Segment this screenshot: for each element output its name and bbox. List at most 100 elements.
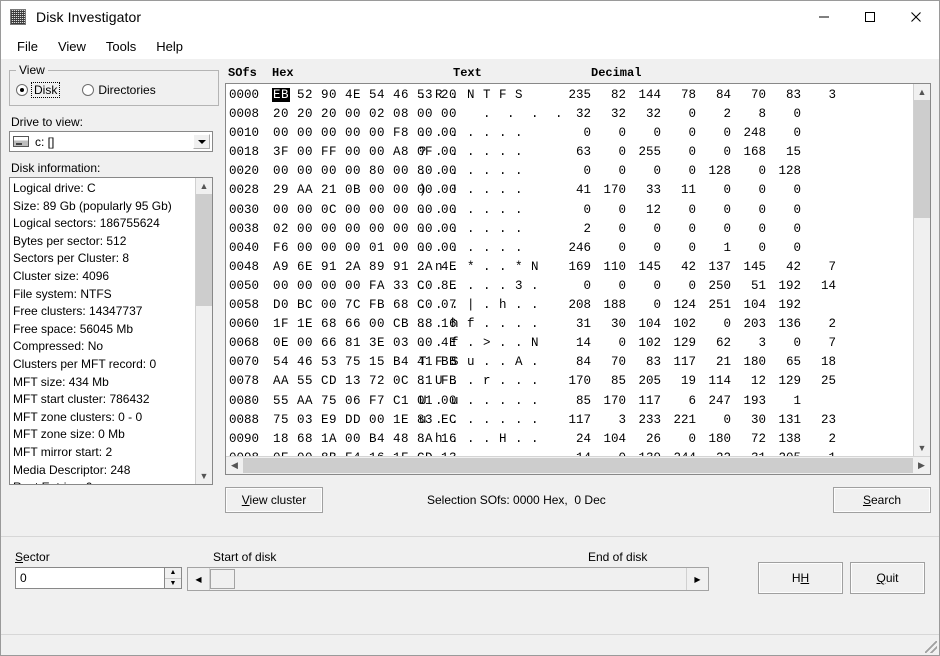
decimal-value: 117 bbox=[638, 393, 661, 408]
hex-row[interactable]: 0048 A9 6E 91 2A 89 91 2A 4E. n . * . . *… bbox=[226, 258, 913, 277]
decimal-value: 145 bbox=[743, 259, 766, 274]
sector-input[interactable] bbox=[15, 567, 165, 589]
spin-up-icon[interactable]: ▲ bbox=[165, 568, 181, 579]
hex-row[interactable]: 0000 EB 52 90 4E 54 46 53 20. R . N T F S… bbox=[226, 86, 913, 105]
decimal-value: 0 bbox=[688, 431, 696, 446]
sector-stepper[interactable]: ▲ ▼ bbox=[15, 567, 182, 589]
hex-horizontal-scrollbar[interactable]: ◀ ▶ bbox=[226, 456, 930, 474]
decimal-value: 2 bbox=[828, 317, 836, 332]
hex-row[interactable]: 0010 00 00 00 00 00 F8 00 00. . . . . . .… bbox=[226, 124, 913, 143]
quit-button[interactable]: Quit bbox=[850, 562, 925, 594]
decimal-value: 169 bbox=[568, 259, 591, 274]
disk-info-scroll-track[interactable] bbox=[196, 194, 212, 468]
hex-row[interactable]: 0050 00 00 00 00 FA 33 C0 8E. . . . . . 3… bbox=[226, 277, 913, 296]
disk-info-line: MFT mirror start: 2 bbox=[13, 444, 113, 459]
resize-grip[interactable] bbox=[925, 641, 937, 653]
hex-row[interactable]: 00980E 00 8B F4 16 1F CD 13. . . . . . .… bbox=[226, 449, 913, 456]
hex-row-offset: 0000 bbox=[229, 88, 260, 102]
menu-view[interactable]: View bbox=[48, 36, 96, 57]
hex-row[interactable]: 0060 1F 1E 68 66 00 CB 88 16. . h f . . .… bbox=[226, 315, 913, 334]
hex-row-decimal: 14 0 102 129 62 3 0 7 bbox=[556, 334, 836, 353]
disk-position-scrollbar[interactable]: ◀ ▶ bbox=[187, 567, 709, 591]
scroll-up-icon[interactable]: ▲ bbox=[196, 178, 212, 194]
radio-disk[interactable] bbox=[16, 84, 28, 96]
decimal-value: 0 bbox=[591, 449, 626, 456]
radio-directories[interactable] bbox=[82, 84, 95, 96]
hex-row-text: . h . . . H . . bbox=[419, 431, 540, 446]
hex-scroll-down-icon[interactable]: ▼ bbox=[914, 440, 930, 456]
disk-info-scroll-thumb[interactable] bbox=[196, 194, 212, 306]
minimize-button[interactable] bbox=[801, 1, 847, 33]
hex-row[interactable]: 0030 00 00 0C 00 00 00 00 00. . . . . . .… bbox=[226, 201, 913, 220]
hex-scroll-left-icon[interactable]: ◀ bbox=[226, 457, 243, 474]
hex-hscroll-track[interactable] bbox=[243, 457, 913, 474]
close-button[interactable] bbox=[893, 1, 939, 33]
window-title: Disk Investigator bbox=[36, 9, 142, 25]
decimal-value: 131 bbox=[778, 412, 801, 427]
hex-rows-container[interactable]: 0000 EB 52 90 4E 54 46 53 20. R . N T F S… bbox=[226, 84, 913, 456]
maximize-button[interactable] bbox=[847, 1, 893, 33]
disk-info-scrollbar[interactable]: ▲ ▼ bbox=[195, 178, 212, 484]
decimal-value: 205 bbox=[766, 449, 801, 456]
disk-scroll-left-icon[interactable]: ◀ bbox=[188, 568, 210, 590]
hex-row[interactable]: 0078 AA 55 CD 13 72 0C 81 FB. U . . r . .… bbox=[226, 372, 913, 391]
decimal-value: 0 bbox=[618, 145, 626, 160]
scroll-down-icon[interactable]: ▼ bbox=[196, 468, 212, 484]
decimal-value: 0 bbox=[723, 202, 731, 217]
hex-row-decimal: 170 85 205 19 114 12 129 25 bbox=[556, 372, 836, 391]
decimal-value: 0 bbox=[653, 164, 661, 179]
sector-spin-buttons[interactable]: ▲ ▼ bbox=[165, 567, 182, 589]
spin-down-icon[interactable]: ▼ bbox=[165, 579, 181, 589]
decimal-value: 24 bbox=[575, 431, 591, 446]
chevron-down-icon[interactable] bbox=[193, 134, 210, 149]
hex-row[interactable]: 0020 00 00 00 00 80 00 80 00. . . . . . .… bbox=[226, 162, 913, 181]
decimal-value: 0 bbox=[758, 183, 766, 198]
hex-row[interactable]: 0058 D0 BC 00 7C FB 68 C0 07. . . | . h .… bbox=[226, 296, 913, 315]
hex-scroll-right-icon[interactable]: ▶ bbox=[913, 457, 930, 474]
disk-information-list[interactable]: Logical drive: C Size: 89 Gb (popularly 9… bbox=[9, 177, 213, 485]
disk-info-line: Compressed: No bbox=[13, 339, 104, 354]
disk-info-line: Clusters per MFT record: 0 bbox=[13, 356, 157, 371]
menu-file[interactable]: File bbox=[7, 36, 48, 57]
hex-row[interactable]: 0040 F6 00 00 00 01 00 00 00. . . . . . .… bbox=[226, 239, 913, 258]
hex-scroll-track[interactable] bbox=[914, 100, 930, 440]
selected-byte[interactable]: EB bbox=[272, 88, 291, 102]
decimal-value: 23 bbox=[820, 412, 836, 427]
hex-row-decimal: 84 70 83 117 21 180 65 18 bbox=[556, 353, 836, 372]
decimal-value: 233 bbox=[638, 412, 661, 427]
hex-row[interactable]: 0080 55 AA 75 06 F7 C1 01 00 U . u . . . .… bbox=[226, 392, 913, 411]
view-cluster-button[interactable]: View cluster bbox=[225, 487, 323, 513]
menu-tools[interactable]: Tools bbox=[96, 36, 146, 57]
hex-row-text: . . . . . . . bbox=[419, 126, 524, 141]
disk-scroll-track[interactable] bbox=[210, 568, 686, 590]
hex-row[interactable]: 0038 02 00 00 00 00 00 00 00. . . . . . .… bbox=[226, 220, 913, 239]
decimal-value: 124 bbox=[673, 298, 696, 313]
disk-info-line: File system: NTFS bbox=[13, 286, 112, 301]
hex-row[interactable]: 0008 20 20 20 00 02 08 00 00 . . . . 32 32 3… bbox=[226, 105, 913, 124]
hex-row[interactable]: 0028 29 AA 21 0B 00 00 00 00) . ! . . . .… bbox=[226, 181, 913, 200]
hex-row[interactable]: 0018 3F 00 FF 00 00 A8 0F 00? . . . . . .… bbox=[226, 143, 913, 162]
hex-row[interactable]: 0070 54 46 53 75 15 B4 41 BB T F S u . . A… bbox=[226, 353, 913, 372]
help-button[interactable]: HH bbox=[758, 562, 843, 594]
disk-info-line: Bytes per sector: 512 bbox=[13, 233, 127, 248]
hex-scroll-thumb[interactable] bbox=[914, 100, 930, 218]
hex-row-offset: 0038 bbox=[229, 221, 260, 236]
decimal-value: 12 bbox=[750, 374, 766, 389]
hex-row-offset: 0010 bbox=[229, 126, 260, 141]
hex-scroll-up-icon[interactable]: ▲ bbox=[914, 84, 930, 100]
hex-vertical-scrollbar[interactable]: ▲ ▼ bbox=[913, 84, 930, 456]
radio-directories-label[interactable]: Directories bbox=[98, 83, 155, 97]
drive-select[interactable]: c: [] bbox=[9, 131, 213, 152]
disk-scroll-thumb[interactable] bbox=[210, 569, 235, 589]
disk-info-line: Media Descriptor: 248 bbox=[13, 462, 131, 477]
radio-disk-label[interactable]: Disk bbox=[31, 82, 61, 98]
hex-row-text: . . . . . . . bbox=[419, 164, 524, 179]
hex-row[interactable]: 0088 75 03 E9 DD 00 1E 83 EC u . . . . . .… bbox=[226, 411, 913, 430]
menu-help[interactable]: Help bbox=[146, 36, 193, 57]
hex-row[interactable]: 0068 0E 00 66 81 3E 03 00 4E. . f . > . .… bbox=[226, 334, 913, 353]
hex-dump-panel: 0000 EB 52 90 4E 54 46 53 20. R . N T F S… bbox=[225, 83, 931, 475]
search-button[interactable]: Search bbox=[833, 487, 931, 513]
hex-row[interactable]: 0090 18 68 1A 00 B4 48 8A 16. h . . . H .… bbox=[226, 430, 913, 449]
disk-scroll-right-icon[interactable]: ▶ bbox=[686, 568, 708, 590]
hex-hscroll-thumb[interactable] bbox=[243, 458, 913, 473]
